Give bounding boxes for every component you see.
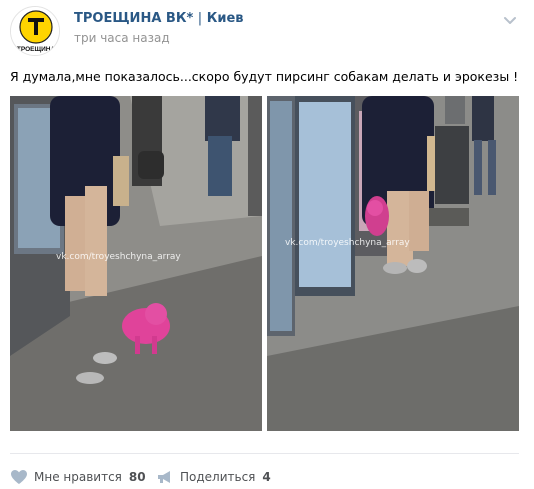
share-button[interactable]: Поделиться 4	[156, 468, 271, 486]
svg-text:ТРОЕЩИНА: ТРОЕЩИНА	[17, 46, 56, 53]
post-menu-button[interactable]	[500, 12, 520, 28]
photo-watermark: vk.com/troyeshchyna_array	[56, 252, 181, 262]
post-author[interactable]: ТРОЕЩИНА ВК* | Киев	[74, 11, 243, 26]
photo-image	[10, 96, 262, 431]
like-button[interactable]: Мне нравится 80	[10, 468, 146, 486]
photo-image	[267, 96, 519, 431]
author-separator: |	[197, 11, 203, 26]
share-label: Поделиться	[180, 470, 256, 484]
avatar[interactable]: ТРОЕЩИНА	[10, 6, 60, 56]
author-city[interactable]: Киев	[207, 11, 244, 26]
photo-watermark: vk.com/troyeshchyna_array	[285, 238, 410, 248]
megaphone-icon	[156, 469, 174, 485]
like-count: 80	[128, 470, 146, 484]
community-logo: ТРОЕЩИНА	[11, 7, 59, 55]
post-photo[interactable]: vk.com/troyeshchyna_array	[10, 96, 262, 431]
post-time[interactable]: три часа назад	[74, 31, 170, 45]
author-name[interactable]: ТРОЕЩИНА ВК*	[74, 11, 193, 26]
wall-post: ТРОЕЩИНА ТРОЕЩИНА ВК* | Киев три часа на…	[0, 0, 534, 489]
heart-icon	[10, 469, 28, 485]
post-divider	[10, 453, 519, 454]
like-label: Мне нравится	[34, 470, 122, 484]
post-text: Я думала,мне показалось...скоро будут пи…	[10, 69, 519, 84]
share-count: 4	[262, 470, 271, 484]
post-photo[interactable]: vk.com/troyeshchyna_array	[267, 96, 519, 431]
chevron-down-icon	[504, 17, 516, 24]
